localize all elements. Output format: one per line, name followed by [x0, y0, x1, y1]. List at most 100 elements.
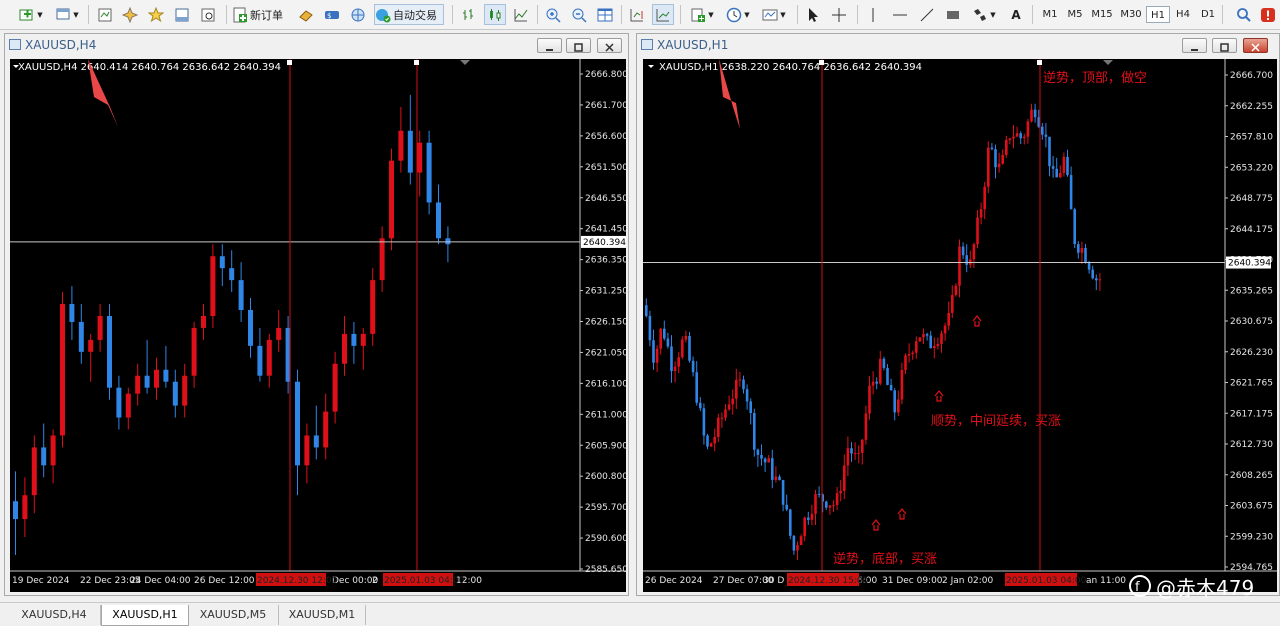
candle-body — [835, 493, 839, 505]
zoom-out-button[interactable] — [569, 4, 589, 25]
vertical-line-tool-button[interactable] — [863, 4, 883, 25]
indicators-button[interactable]: ▼ — [686, 4, 718, 25]
chart-shift-button[interactable] — [627, 4, 647, 25]
signals-button[interactable]: $ — [322, 4, 342, 25]
bar-chart-button[interactable] — [459, 4, 479, 25]
time-tick-label: an 11:00 — [1086, 576, 1126, 586]
terminal-icon — [175, 8, 189, 21]
search-button[interactable] — [1234, 4, 1254, 25]
candle-body — [1012, 136, 1015, 139]
periods-button[interactable]: ▼ — [722, 4, 754, 25]
chart-window-h4[interactable]: XAUUSD,H4 XAUUSD,H4 2640.414 2640.764 26… — [4, 33, 629, 596]
candle-body — [1015, 133, 1019, 137]
horizontal-line-tool-button[interactable] — [890, 4, 910, 25]
annotation-middle[interactable]: 顺势，中间延续，买涨 — [931, 413, 1061, 429]
price-chart[interactable]: XAUUSD,H4 2640.414 2640.764 2636.642 264… — [10, 59, 626, 592]
window-titlebar[interactable]: XAUUSD,H1 — [637, 34, 1279, 56]
price-tick-label: 2656.600 — [585, 132, 626, 142]
candle-body — [875, 381, 878, 384]
candle-body — [724, 409, 727, 418]
timeframe-h1[interactable]: H1 — [1146, 6, 1170, 23]
timeframe-m5[interactable]: M5 — [1063, 6, 1087, 23]
tab-xauusd-m1[interactable]: XAUUSD,M1 — [279, 605, 366, 625]
channel-icon — [947, 10, 959, 19]
community-button[interactable] — [348, 4, 368, 25]
candle-body — [238, 280, 244, 310]
chart-info-toggle-icon[interactable] — [648, 65, 654, 68]
annotation-bottom[interactable]: 逆势，底部，买涨 — [833, 551, 937, 567]
tab-xauusd-m5[interactable]: XAUUSD,M5 — [188, 605, 279, 625]
tab-xauusd-h4[interactable]: XAUUSD,H4 — [8, 605, 101, 625]
auto-trading-button[interactable]: 自动交易 — [374, 4, 444, 25]
cursor-icon — [809, 7, 818, 22]
navigator-button[interactable] — [120, 4, 140, 25]
shapes-tool-button[interactable]: ▼ — [968, 4, 1000, 25]
price-tick-label: 2621.765 — [1230, 379, 1273, 389]
price-chart-canvas[interactable]: XAUUSD,H4 2640.414 2640.764 2636.642 264… — [10, 59, 626, 592]
time-tick-label: 24 Dec 04:00 — [130, 576, 191, 586]
timeframe-m1[interactable]: M1 — [1038, 6, 1062, 23]
price-chart-canvas[interactable]: XAUUSD,H1 2638.220 2640.764 2636.642 264… — [643, 59, 1277, 592]
candle-body — [925, 333, 929, 336]
cursor-tool-button[interactable] — [803, 4, 823, 25]
chart-shift-marker[interactable] — [1103, 60, 1113, 65]
auto-scroll-button[interactable] — [652, 4, 674, 25]
candle-body — [814, 493, 817, 514]
terminal-button[interactable] — [172, 4, 192, 25]
tab-xauusd-h1[interactable]: XAUUSD,H1 — [101, 605, 189, 626]
minimize-button[interactable] — [537, 38, 562, 53]
text-tool-button[interactable]: A — [1006, 4, 1026, 25]
minimize-button[interactable] — [1182, 38, 1207, 53]
price-chart[interactable]: XAUUSD,H1 2638.220 2640.764 2636.642 264… — [643, 59, 1277, 592]
candle-body — [979, 209, 983, 218]
close-button[interactable] — [1243, 38, 1268, 53]
candle-body — [915, 341, 918, 353]
timeframe-d1[interactable]: D1 — [1196, 6, 1220, 23]
zoom-in-button[interactable] — [543, 4, 563, 25]
price-tick-label: 2595.700 — [585, 503, 626, 513]
chart-window-h1[interactable]: XAUUSD,H1 XAUUSD,H1 2638.220 2640.764 26… — [636, 33, 1280, 596]
market-watch-button[interactable] — [95, 4, 115, 25]
notifications-button[interactable] — [1258, 4, 1278, 25]
candle-body — [929, 335, 932, 349]
crosshair-tool-button[interactable] — [829, 4, 849, 25]
candle-body — [825, 501, 828, 508]
templates-button[interactable]: ▼ — [758, 4, 790, 25]
chart-info-line: XAUUSD,H4 2640.414 2640.764 2636.642 264… — [18, 62, 281, 73]
candle-body — [1044, 134, 1048, 137]
timeframe-h4[interactable]: H4 — [1171, 6, 1195, 23]
vline-2-handle[interactable] — [1037, 60, 1042, 65]
timeframe-m15[interactable]: M15 — [1088, 6, 1116, 23]
candle-body — [351, 333, 357, 346]
price-axis[interactable]: 2666.800 2661.700 2656.600 2651.500 2646.550… — [580, 70, 626, 575]
vline-2-handle[interactable] — [414, 60, 419, 65]
current-price-label: 2640.394 — [1226, 256, 1271, 269]
trendline-tool-button[interactable] — [917, 4, 937, 25]
metaeditor-button[interactable] — [296, 4, 316, 25]
candle-body — [1023, 136, 1026, 139]
new-chart-button[interactable]: ▼ — [16, 4, 46, 25]
chart-shift-marker[interactable] — [460, 60, 470, 65]
candle-body — [857, 452, 860, 454]
tile-windows-button[interactable] — [595, 4, 615, 25]
window-titlebar[interactable]: XAUUSD,H4 — [5, 34, 628, 56]
up-arrow-icon — [897, 508, 907, 520]
vline-1-handle[interactable] — [287, 60, 292, 65]
candle-body — [828, 505, 832, 508]
strategy-tester-button[interactable] — [198, 4, 218, 25]
channel-tool-button[interactable] — [943, 4, 963, 25]
price-tick-label: 2612.730 — [1230, 440, 1273, 450]
restore-button[interactable] — [1212, 38, 1237, 53]
restore-button[interactable] — [566, 38, 591, 53]
candlestick-chart-button[interactable] — [484, 4, 506, 25]
profiles-button[interactable]: ▼ — [52, 4, 82, 25]
candle-body — [731, 398, 734, 405]
close-button[interactable] — [597, 38, 622, 53]
line-chart-button[interactable] — [511, 4, 531, 25]
candle-body — [1077, 244, 1080, 253]
favorites-button[interactable] — [146, 4, 166, 25]
annotation-top[interactable]: 逆势，顶部，做空 — [1043, 70, 1147, 86]
timeframe-m30[interactable]: M30 — [1117, 6, 1145, 23]
new-order-button[interactable]: 新订单 — [232, 4, 294, 25]
price-axis[interactable]: 2666.700 2662.255 2657.810 2653.220 2648.775… — [1225, 71, 1273, 573]
